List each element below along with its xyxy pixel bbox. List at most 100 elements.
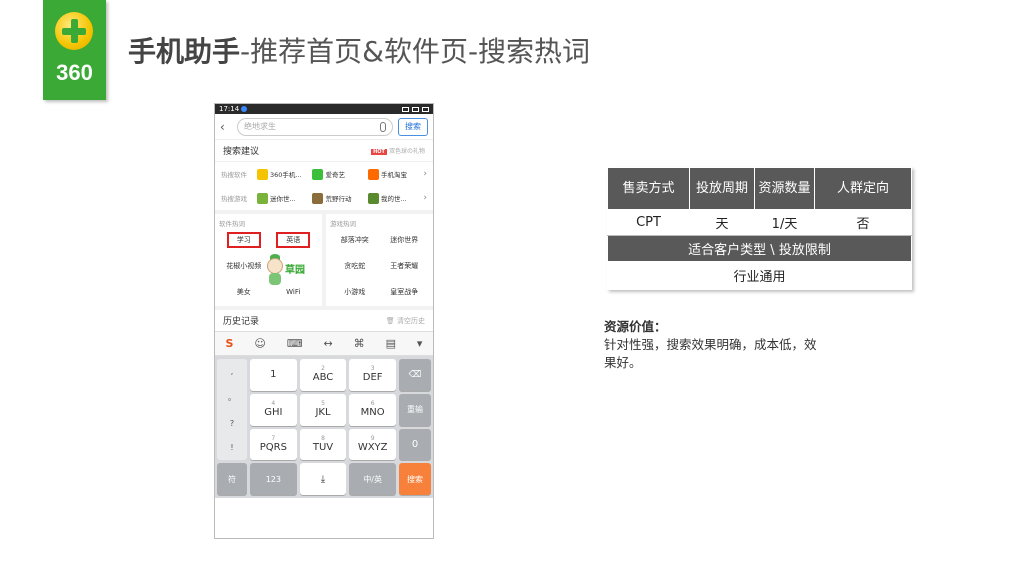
- chevron-right-icon[interactable]: ›: [423, 193, 427, 203]
- emoji-icon[interactable]: ☺: [254, 337, 265, 350]
- hot-software-item[interactable]: 手机淘宝: [367, 168, 419, 180]
- hot-game-item[interactable]: 荒野行动: [312, 192, 363, 204]
- mascot-image: 草园: [265, 254, 311, 286]
- lang-switch-key[interactable]: 中/英: [349, 463, 396, 495]
- header-cell: 售卖方式: [607, 167, 690, 210]
- mascot-text: 草园: [285, 265, 305, 276]
- search-input[interactable]: 绝地求生: [237, 117, 393, 136]
- sub-header-cell: 适合客户类型 \ 投放限制: [607, 235, 912, 262]
- punctuation-column[interactable]: , 。 ? !: [217, 359, 247, 461]
- hot-games-label: 热搜游戏: [221, 195, 247, 203]
- notification-icon: [241, 106, 248, 112]
- back-arrow-icon[interactable]: ‹: [220, 120, 232, 134]
- key-8[interactable]: 8 TUV: [299, 428, 347, 461]
- hot-word[interactable]: 王者荣耀: [380, 258, 430, 274]
- suggest-header: 搜索建议 HOT 双色球の礼物: [215, 140, 433, 162]
- suggest-title: 搜索建议: [223, 147, 260, 157]
- logo-text: 360: [56, 60, 93, 85]
- page-title: 手机助手-推荐首页&软件页-搜索热词: [128, 30, 590, 70]
- value-text: 针对性强，搜索效果明确，成本低，效果好。: [604, 337, 817, 370]
- sub-value-cell: 行业通用: [607, 261, 912, 290]
- page-title-bold: 手机助手: [128, 35, 241, 68]
- key-1[interactable]: 1: [250, 359, 297, 391]
- table-cell: 天: [689, 209, 755, 236]
- hot-software-item[interactable]: 爱奇艺: [312, 168, 363, 180]
- hot-software-item[interactable]: 360手机...: [257, 168, 308, 180]
- hot-word[interactable]: 英语: [269, 232, 319, 248]
- search-button[interactable]: 搜索: [398, 117, 428, 136]
- keyboard-search-key[interactable]: 搜索: [399, 463, 431, 495]
- backspace-icon: ⌫: [408, 369, 422, 380]
- symbol-key[interactable]: 符: [217, 463, 247, 495]
- clear-history-button[interactable]: 🗑 清空历史: [386, 316, 425, 326]
- reenter-key[interactable]: 重输: [399, 393, 431, 426]
- space-key[interactable]: ⤓: [299, 463, 347, 495]
- key-2[interactable]: 2 ABC: [299, 359, 347, 391]
- key-4[interactable]: 4 GHI: [250, 393, 297, 426]
- signal-icon: [412, 106, 419, 112]
- hot-word[interactable]: 贪吃蛇: [330, 258, 380, 274]
- value-label: 资源价值：: [604, 319, 667, 334]
- space-icon: ⤓: [320, 473, 326, 485]
- backspace-key[interactable]: ⌫: [399, 359, 431, 391]
- table-cell: 1/天: [754, 209, 815, 236]
- hot-word[interactable]: WiFi: [269, 284, 319, 300]
- hot-badge: HOT: [371, 149, 387, 155]
- header-cell: 资源数量: [754, 167, 815, 210]
- hot-word[interactable]: 花椒小视频: [219, 258, 269, 274]
- hot-tag[interactable]: HOT 双色球の礼物: [371, 146, 425, 155]
- table-cell: CPT: [607, 209, 690, 236]
- game-words-title: 游戏热词: [330, 220, 356, 228]
- status-bar: 17:14: [215, 104, 433, 114]
- hot-game-item[interactable]: 迷你世...: [257, 192, 308, 204]
- brand-logo: 360: [43, 0, 106, 100]
- history-header: 历史记录 🗑 清空历史: [215, 310, 433, 332]
- app-iqiyi-icon: [312, 168, 324, 180]
- software-words-title: 软件热词: [219, 220, 245, 228]
- hot-word[interactable]: 学习: [219, 232, 269, 248]
- key-5[interactable]: 5 JKL: [299, 393, 347, 426]
- hot-games-row: 热搜游戏 迷你世... 荒野行动 我的世... ›: [215, 186, 433, 210]
- app-360-icon: [257, 168, 268, 180]
- key-3[interactable]: 3 DEF: [349, 359, 396, 391]
- keyboard-icon[interactable]: ⌨: [287, 337, 303, 350]
- keyboard: , 。 ? ! 1 2 ABC 3 DEF ⌫ 4 GHI 5 JKL 6 MNO 重输 …: [215, 356, 433, 498]
- key-9[interactable]: 9 WXYZ: [349, 428, 396, 461]
- hot-word[interactable]: 部落冲突: [330, 232, 380, 248]
- page-title-rest: -推荐首页&软件页-搜索热词: [240, 35, 591, 68]
- hot-word[interactable]: 皇室战争: [380, 284, 430, 300]
- hot-word[interactable]: 小游戏: [330, 284, 380, 300]
- header-cell: 人群定向: [814, 167, 912, 210]
- key-6[interactable]: 6 MNO: [349, 393, 396, 426]
- table-header-row: 售卖方式 投放周期 资源数量 人群定向: [607, 167, 912, 210]
- command-icon[interactable]: ⌘: [354, 337, 365, 350]
- battery-icon: [422, 106, 429, 112]
- num123-key[interactable]: 123: [250, 463, 297, 495]
- table-cell: 否: [814, 209, 912, 236]
- search-placeholder: 绝地求生: [244, 122, 276, 131]
- hot-game-item[interactable]: 我的世...: [367, 192, 419, 204]
- table-subheader-row: 适合客户类型 \ 投放限制: [607, 235, 912, 262]
- key-0[interactable]: 0: [399, 428, 431, 461]
- resource-value-description: 资源价值： 针对性强，搜索效果明确，成本低，效果好。: [604, 318, 824, 372]
- wifi-icon: [402, 106, 409, 112]
- table-row: 行业通用: [607, 261, 912, 290]
- hot-words-section: 软件热词 学习 英语 花椒小视频 美女 WiFi 草园 游戏热词 部落冲突 迷你…: [215, 210, 433, 310]
- chevron-right-icon[interactable]: ›: [423, 169, 427, 179]
- chevron-down-icon[interactable]: ▾: [417, 337, 423, 350]
- sogou-logo-icon[interactable]: S: [225, 337, 233, 350]
- hot-word[interactable]: 美女: [219, 284, 269, 300]
- hot-software-label: 热搜软件: [221, 171, 247, 179]
- game-minecraft-icon: [367, 192, 379, 204]
- key-7[interactable]: 7 PQRS: [250, 428, 297, 461]
- cursor-icon[interactable]: ↔: [324, 337, 333, 350]
- history-title: 历史记录: [223, 317, 260, 327]
- status-time: 17:14: [219, 105, 240, 113]
- search-bar: ‹ 绝地求生 搜索: [215, 114, 433, 140]
- game-words: 游戏热词 部落冲突 迷你世界 贪吃蛇 王者荣耀 小游戏 皇室战争: [322, 214, 433, 306]
- phone-screenshot: 17:14 ‹ 绝地求生 搜索 搜索建议 HOT 双色球の礼物 热搜软件 360手…: [214, 103, 434, 539]
- clipboard-icon[interactable]: ▤: [386, 337, 396, 350]
- mic-icon[interactable]: [380, 121, 386, 132]
- game-wilderness-icon: [312, 192, 324, 204]
- hot-word[interactable]: 迷你世界: [380, 232, 430, 248]
